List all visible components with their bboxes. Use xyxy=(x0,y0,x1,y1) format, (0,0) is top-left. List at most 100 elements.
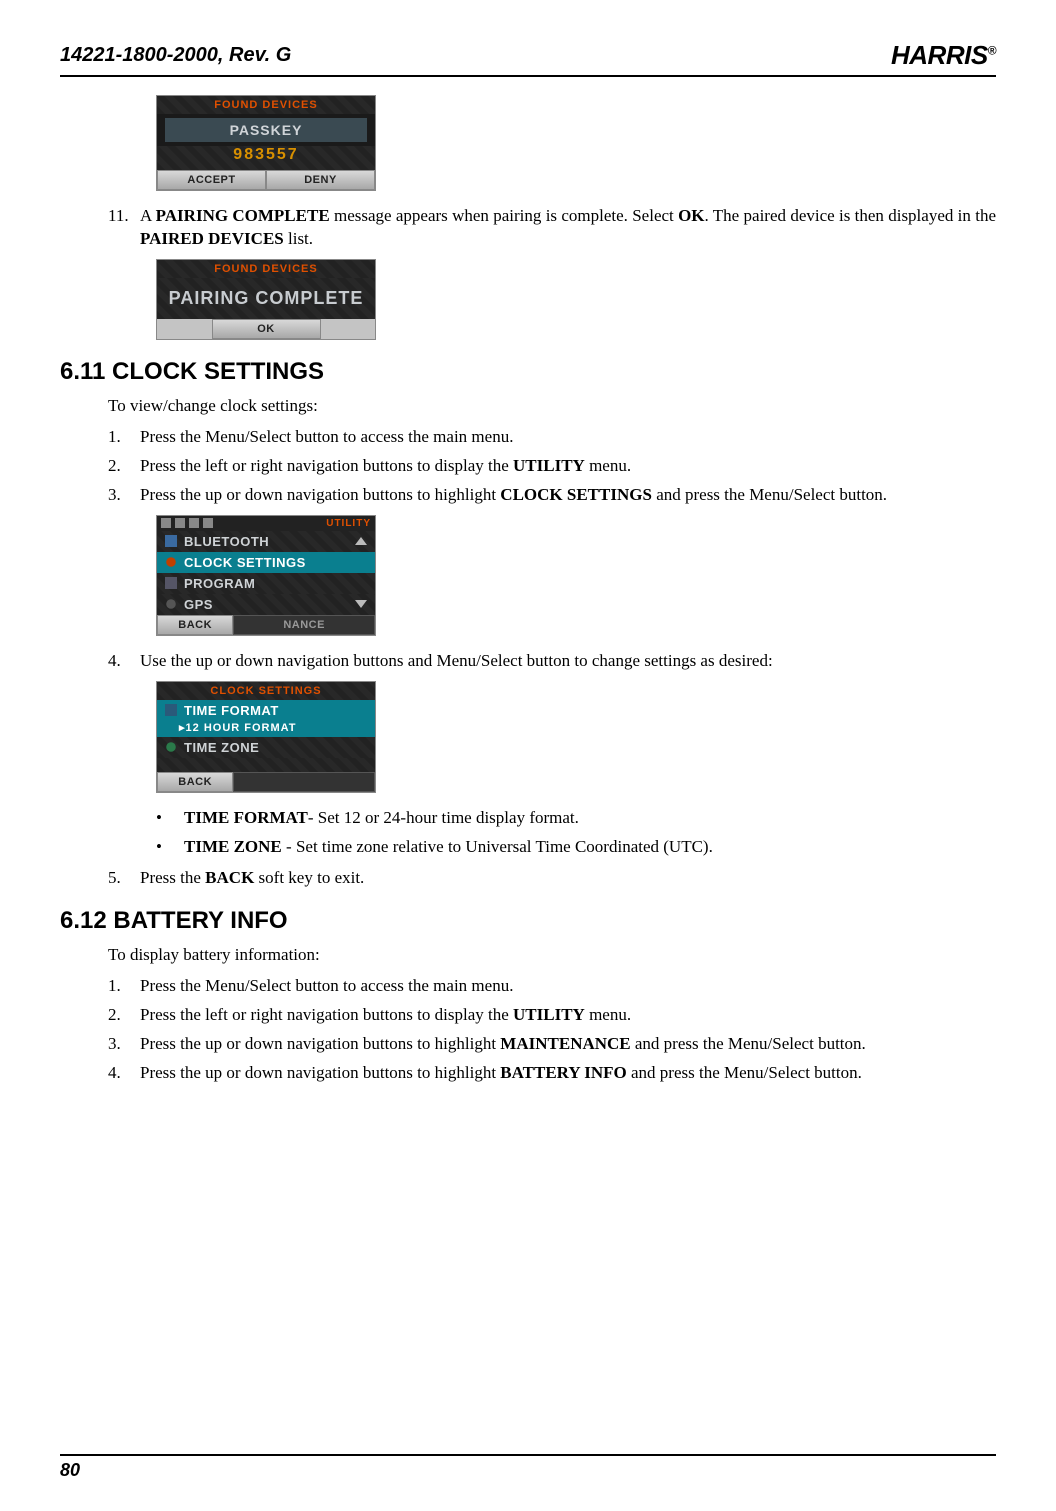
harris-logo: HARRIS® xyxy=(891,40,996,71)
step-number: 4. xyxy=(108,650,140,673)
t: UTILITY xyxy=(513,456,585,475)
heading-6-11: 6.11 CLOCK SETTINGS xyxy=(60,358,996,386)
t: Press the up or down navigation buttons … xyxy=(140,1063,500,1082)
scroll-down-icon xyxy=(355,600,367,608)
softkey-bar: ACCEPT DENY xyxy=(157,170,375,190)
t: and press the Menu/Select button. xyxy=(652,485,887,504)
step-text: Press the up or down navigation buttons … xyxy=(140,1062,996,1085)
softkey-bar: OK xyxy=(157,319,375,339)
step-611-2: 2. Press the left or right navigation bu… xyxy=(108,455,996,478)
program-icon xyxy=(165,577,179,589)
softkey-deny[interactable]: DENY xyxy=(266,170,375,190)
t: message appears when pairing is complete… xyxy=(330,206,678,225)
menu-item-bluetooth[interactable]: BLUETOOTH xyxy=(157,531,375,552)
softkey-right-fragment: NANCE xyxy=(233,615,375,635)
t: OK xyxy=(678,206,704,225)
document-id: 14221-1800-2000, Rev. G xyxy=(60,44,291,67)
step-612-1: 1. Press the Menu/Select button to acces… xyxy=(108,975,996,998)
bullet-time-zone: • TIME ZONE - Set time zone relative to … xyxy=(156,836,996,859)
t: - Set time zone relative to Universal Ti… xyxy=(282,837,713,856)
step-text: Use the up or down navigation buttons an… xyxy=(140,650,996,673)
step-number: 3. xyxy=(108,484,140,507)
time-zone-icon xyxy=(165,741,179,753)
t: BATTERY INFO xyxy=(500,1063,626,1082)
screenshot-utility-menu: UTILITY BLUETOOTH CLOCK SETTINGS PROGRAM… xyxy=(156,515,376,636)
softkey-back[interactable]: BACK xyxy=(157,615,233,635)
screenshot-pairing-complete: FOUND DEVICES PAIRING COMPLETE OK xyxy=(156,259,376,340)
menu-item-program[interactable]: PROGRAM xyxy=(157,573,375,594)
step-number: 1. xyxy=(108,975,140,998)
step-text: Press the Menu/Select button to access t… xyxy=(140,975,996,998)
logo-text: HARRIS xyxy=(891,40,988,70)
softkey-accept[interactable]: ACCEPT xyxy=(157,170,266,190)
screen-title: CLOCK SETTINGS xyxy=(157,682,375,700)
step-text: Press the BACK soft key to exit. xyxy=(140,867,996,890)
bullet-time-format: • TIME FORMAT- Set 12 or 24-hour time di… xyxy=(156,807,996,830)
t: PAIRED DEVICES xyxy=(140,229,284,248)
step-612-2: 2. Press the left or right navigation bu… xyxy=(108,1004,996,1027)
step-612-3: 3. Press the up or down navigation butto… xyxy=(108,1033,996,1056)
t: A xyxy=(140,206,156,225)
t: CLOCK SETTINGS xyxy=(500,485,652,504)
step-611-4: 4. Use the up or down navigation buttons… xyxy=(108,650,996,673)
step-number: 1. xyxy=(108,426,140,449)
label: PROGRAM xyxy=(184,576,255,591)
softkey-blank xyxy=(233,772,375,792)
label: CLOCK SETTINGS xyxy=(184,555,306,570)
t: Press the up or down navigation buttons … xyxy=(140,485,500,504)
step-text: Press the up or down navigation buttons … xyxy=(140,1033,996,1056)
softkey-bar: BACK NANCE xyxy=(157,615,375,635)
label: TIME FORMAT xyxy=(184,703,279,718)
time-format-value: ▸12 HOUR FORMAT xyxy=(157,721,375,737)
softkey-back[interactable]: BACK xyxy=(157,772,233,792)
screen-title: FOUND DEVICES xyxy=(157,260,375,278)
step-text: Press the up or down navigation buttons … xyxy=(140,484,996,507)
tab-label: UTILITY xyxy=(326,518,371,529)
passkey-label: PASSKEY xyxy=(165,118,367,142)
menu-item-gps[interactable]: GPS xyxy=(157,594,375,615)
softkey-bar: BACK xyxy=(157,772,375,792)
t: TIME FORMAT xyxy=(184,808,308,827)
page-number: 80 xyxy=(60,1460,80,1480)
status-icon xyxy=(161,518,171,528)
page-header: 14221-1800-2000, Rev. G HARRIS® xyxy=(60,40,996,77)
t: soft key to exit. xyxy=(254,868,364,887)
status-bar: UTILITY xyxy=(157,516,375,531)
label: GPS xyxy=(184,597,213,612)
clock-icon xyxy=(165,556,179,568)
t: BACK xyxy=(205,868,254,887)
t: UTILITY xyxy=(513,1005,585,1024)
step-612-4: 4. Press the up or down navigation butto… xyxy=(108,1062,996,1085)
t: Press the left or right navigation butto… xyxy=(140,456,513,475)
t: - Set 12 or 24-hour time display format. xyxy=(308,808,579,827)
step-611-3: 3. Press the up or down navigation butto… xyxy=(108,484,996,507)
label: TIME ZONE xyxy=(184,740,259,755)
t: . The paired device is then displayed in… xyxy=(705,206,996,225)
t: PAIRING COMPLETE xyxy=(156,206,330,225)
menu-item-clock-settings[interactable]: CLOCK SETTINGS xyxy=(157,552,375,573)
pairing-message: PAIRING COMPLETE xyxy=(157,278,375,319)
t: and press the Menu/Select button. xyxy=(631,1034,866,1053)
page-footer: 80 xyxy=(60,1454,996,1481)
step-611-1: 1. Press the Menu/Select button to acces… xyxy=(108,426,996,449)
t: Press the xyxy=(140,868,205,887)
step-number: 2. xyxy=(108,1004,140,1027)
t: menu. xyxy=(585,1005,631,1024)
bullet-text: TIME FORMAT- Set 12 or 24-hour time disp… xyxy=(184,807,579,830)
status-icon xyxy=(189,518,199,528)
softkey-ok[interactable]: OK xyxy=(212,319,321,339)
t: menu. xyxy=(585,456,631,475)
step-611-5: 5. Press the BACK soft key to exit. xyxy=(108,867,996,890)
screen-title: FOUND DEVICES xyxy=(157,96,375,114)
gps-icon xyxy=(165,598,179,610)
label: BLUETOOTH xyxy=(184,534,269,549)
menu-item-time-format[interactable]: TIME FORMAT xyxy=(157,700,375,721)
intro-612: To display battery information: xyxy=(108,945,996,965)
screenshot-passkey: FOUND DEVICES PASSKEY 983557 ACCEPT DENY xyxy=(156,95,376,191)
time-format-icon xyxy=(165,704,179,716)
step-number: 2. xyxy=(108,455,140,478)
step-text: Press the left or right navigation butto… xyxy=(140,455,996,478)
t: list. xyxy=(284,229,313,248)
menu-item-time-zone[interactable]: TIME ZONE xyxy=(157,737,375,758)
bullet-dot: • xyxy=(156,836,184,859)
